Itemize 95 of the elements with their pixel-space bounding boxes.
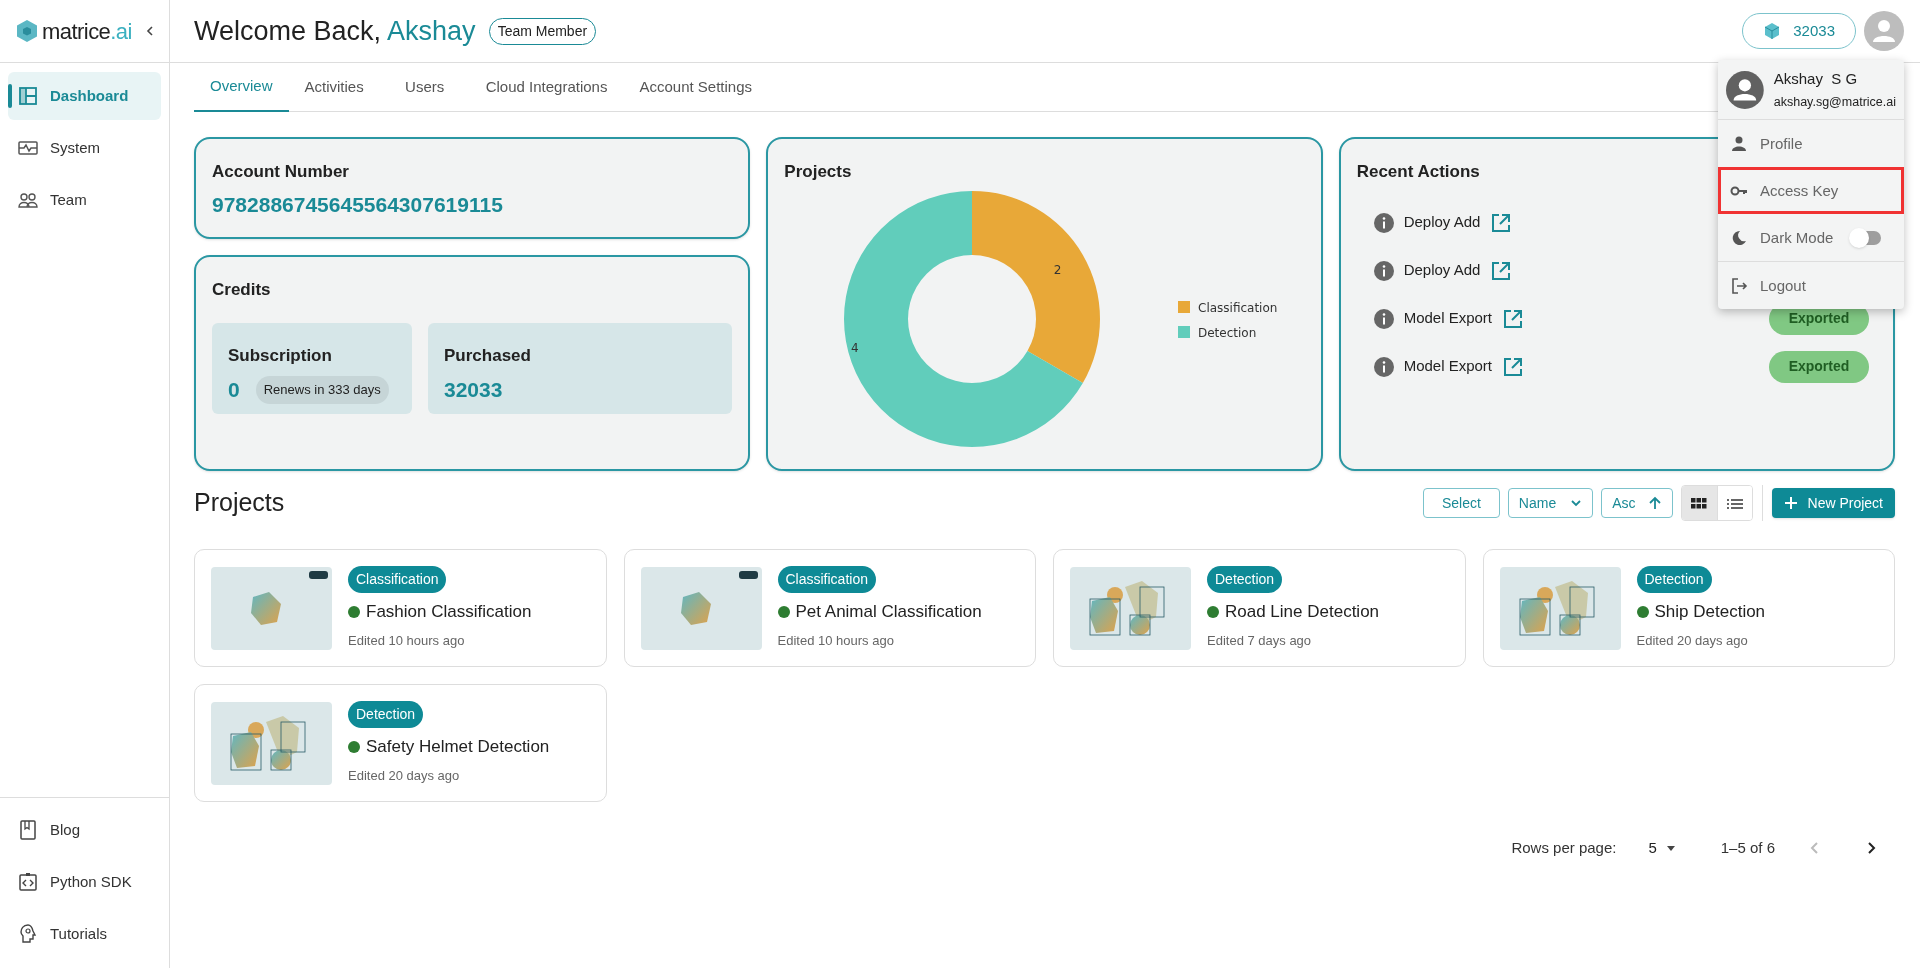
sidebar-item[interactable]: Tutorials (8, 910, 161, 958)
grid-view-icon (1690, 495, 1709, 511)
edited-time: Edited 10 hours ago (348, 631, 465, 650)
activity-monitor-icon (18, 138, 38, 158)
sidebar-item[interactable]: System (8, 124, 161, 172)
panel-label: Subscription (228, 344, 333, 367)
rows-per-page-select[interactable]: 5 (1640, 833, 1685, 863)
chevron-down-icon (1570, 497, 1583, 509)
project-card[interactable]: Detection Road Line Detection Edited 7 days ago (1053, 549, 1466, 667)
account-number: 9782886745645564307619115 (212, 191, 504, 218)
menu-item[interactable]: Access Key (1718, 167, 1904, 215)
rows-per-page-label: Rows per page: (1511, 837, 1617, 858)
user-email: akshay.sg@matrice.ai (1773, 93, 1896, 111)
logo-text: matrice.ai (42, 17, 132, 46)
sidebar-item[interactable]: Python SDK (8, 858, 161, 906)
external-link-icon[interactable] (1490, 259, 1513, 282)
type-badge: Detection (1636, 566, 1712, 593)
external-link-icon[interactable] (1502, 355, 1525, 378)
type-badge: Detection (348, 701, 424, 728)
status-badge: Exported (1769, 350, 1869, 383)
project-card[interactable]: Classification Pet Animal Classification Edited 10 hours ago (623, 549, 1036, 667)
lightbulb-head-icon (18, 924, 38, 944)
sidebar-item[interactable]: Blog (8, 806, 161, 854)
external-link-icon[interactable] (1490, 211, 1513, 234)
logout-icon (1730, 276, 1748, 295)
moon-icon (1730, 228, 1748, 247)
edited-time: Edited 10 hours ago (777, 631, 894, 650)
slice-value-label: 4 (851, 340, 860, 355)
type-badge: Classification (777, 566, 876, 593)
info-icon (1372, 307, 1395, 330)
card-title: Credits (212, 279, 272, 301)
logo-icon (16, 19, 38, 43)
type-badge: Detection (1207, 566, 1283, 593)
project-card[interactable]: Detection Ship Detection Edited 20 days ago (1482, 549, 1895, 667)
edited-time: Edited 20 days ago (348, 766, 460, 785)
legend-swatch (1178, 300, 1191, 313)
section-title: Projects (194, 487, 285, 519)
dark-mode-switch[interactable] (1851, 230, 1882, 245)
edited-time: Edited 7 days ago (1207, 631, 1312, 650)
subscription-value: 0 (228, 377, 240, 403)
project-name: Road Line Detection (1225, 601, 1380, 623)
menu-item[interactable]: Profile (1718, 120, 1904, 168)
renewal-badge: Renews in 333 days (255, 376, 389, 404)
avatar-icon (1726, 69, 1764, 110)
grid-view-toggle[interactable] (1681, 486, 1717, 520)
select-button[interactable]: Select (1422, 488, 1500, 518)
sidebar-item[interactable]: Team (8, 176, 161, 224)
purchased-value: 32033 (444, 377, 504, 403)
project-card[interactable]: Detection Safety Helmet Detection Edited 20 days ago (194, 684, 607, 802)
info-icon (1372, 355, 1395, 378)
sort-dropdown[interactable]: Name (1507, 488, 1594, 518)
project-name: Pet Animal Classification (795, 601, 982, 623)
action-label: Model Export (1403, 356, 1493, 377)
sidebar-item[interactable]: Dashboard (8, 72, 161, 120)
action-label: Deploy Add (1403, 212, 1481, 233)
book-icon (18, 820, 38, 840)
project-name: Ship Detection (1654, 601, 1766, 623)
card-title: Recent Actions (1356, 161, 1481, 183)
legend-label: Classification (1198, 300, 1278, 315)
cube-icon (1763, 22, 1782, 40)
panel-label: Purchased (444, 344, 532, 367)
tab[interactable]: Users (379, 63, 470, 112)
project-card[interactable]: Classification Fashion Classification Edited 10 hours ago (194, 549, 607, 667)
code-file-icon (18, 872, 38, 892)
avatar[interactable] (1864, 11, 1904, 51)
project-name: Safety Helmet Detection (366, 736, 550, 758)
slice-value-label: 2 (1054, 262, 1062, 277)
card-title: Account Number (212, 161, 350, 183)
tab[interactable]: Activities (288, 63, 380, 112)
edited-time: Edited 20 days ago (1636, 631, 1748, 650)
sort-order-button[interactable]: Asc (1601, 488, 1673, 518)
list-view-toggle[interactable] (1716, 486, 1752, 520)
legend-swatch (1178, 325, 1191, 338)
project-name: Fashion Classification (366, 601, 532, 623)
type-badge: Classification (348, 566, 447, 593)
tab[interactable]: Account Settings (623, 63, 769, 112)
plus-icon (1783, 496, 1798, 510)
menu-item[interactable]: Dark Mode (1718, 214, 1904, 262)
people-icon (18, 190, 38, 210)
legend-label: Detection (1198, 325, 1257, 340)
new-project-button[interactable]: New Project (1771, 488, 1895, 518)
arrow-up-icon (1647, 496, 1662, 510)
welcome-title: Welcome Back, Akshay (194, 14, 476, 48)
tab[interactable]: Cloud Integrations (469, 63, 624, 112)
external-link-icon[interactable] (1502, 307, 1525, 330)
tab[interactable]: Overview (194, 63, 289, 112)
dashboard-icon (18, 86, 38, 106)
person-icon (1730, 134, 1748, 153)
action-label: Deploy Add (1403, 260, 1481, 281)
card-title: Projects (784, 161, 853, 183)
user-name: Akshay S G (1773, 69, 1859, 89)
page-range: 1–5 of 6 (1720, 837, 1775, 858)
action-label: Model Export (1403, 308, 1493, 329)
info-icon (1372, 259, 1395, 282)
info-icon (1372, 211, 1395, 234)
